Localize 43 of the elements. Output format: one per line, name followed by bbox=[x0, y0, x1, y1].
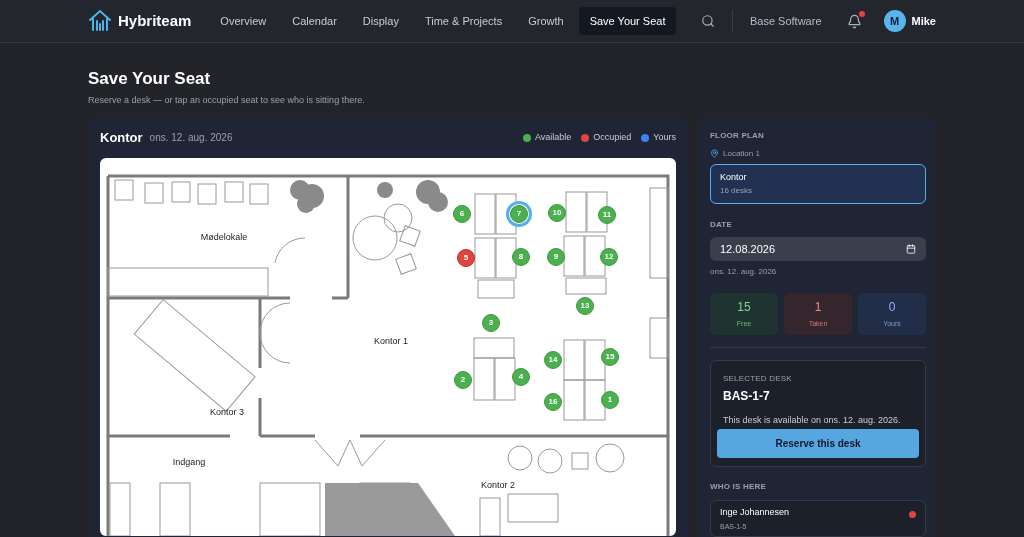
map-title: Kontor bbox=[100, 128, 143, 147]
section-heading: DATE bbox=[710, 219, 733, 231]
room-label: Kontor 2 bbox=[481, 478, 515, 492]
stat-value: 0 bbox=[888, 299, 896, 317]
map-date: ons. 12. aug. 2026 bbox=[149, 131, 233, 145]
desk-availability-text: This desk is available on ons. 12. aug. 2026. bbox=[722, 414, 902, 427]
section-heading: SELECTED DESK bbox=[722, 373, 793, 385]
calendar-icon[interactable] bbox=[906, 244, 916, 255]
search-icon[interactable] bbox=[701, 14, 715, 28]
stat-value: 1 bbox=[814, 299, 822, 317]
legend-label: Yours bbox=[653, 130, 676, 144]
nav-tab[interactable]: Growth bbox=[517, 6, 575, 36]
person-name: Inge Johannesen bbox=[720, 506, 791, 519]
room-label: Indgang bbox=[172, 455, 206, 469]
page-subtitle: Reserve a desk — or tap an occupied seat to see who is sitting there. bbox=[88, 94, 366, 107]
legend-label: Occupied bbox=[593, 130, 632, 144]
room-label: Kontor 3 bbox=[210, 405, 244, 419]
floor-plan-option[interactable]: Kontor 16 desks bbox=[710, 163, 926, 204]
section-heading: WHO IS HERE bbox=[710, 481, 767, 493]
user-avatar[interactable]: M bbox=[883, 10, 906, 32]
brand-name: Hybriteam bbox=[118, 10, 192, 31]
date-field[interactable]: 12.08.2026 bbox=[710, 237, 926, 262]
location-icon bbox=[710, 149, 719, 158]
bell-icon[interactable] bbox=[846, 13, 862, 29]
section-heading: FLOOR PLAN bbox=[710, 129, 765, 142]
room-label: Kontor 1 bbox=[374, 334, 408, 348]
nav-tab[interactable]: Overview bbox=[209, 6, 278, 36]
nav-tab[interactable]: Save Your Seat bbox=[578, 6, 677, 36]
company-link[interactable]: Base Software bbox=[750, 12, 822, 30]
date-caption: ons. 12. aug. 2026 bbox=[710, 266, 778, 279]
reserve-button[interactable]: Reserve this desk bbox=[717, 429, 919, 458]
user-name[interactable]: Mike bbox=[911, 12, 936, 30]
nav-tab[interactable]: Display bbox=[351, 6, 410, 36]
nav-tab[interactable]: Time & Projects bbox=[413, 6, 514, 36]
desk-id: BAS-1-7 bbox=[722, 388, 771, 405]
room-label: Mødelokale bbox=[200, 230, 248, 244]
stat-value: 15 bbox=[737, 299, 751, 317]
seat-marker[interactable]: 7 bbox=[510, 204, 528, 223]
logo-icon bbox=[88, 9, 112, 33]
nav-tab[interactable]: Calendar bbox=[281, 6, 348, 36]
location-label: Location 1 bbox=[723, 147, 760, 160]
page-title: Save Your Seat bbox=[88, 68, 212, 90]
legend-label: Available bbox=[534, 130, 572, 144]
